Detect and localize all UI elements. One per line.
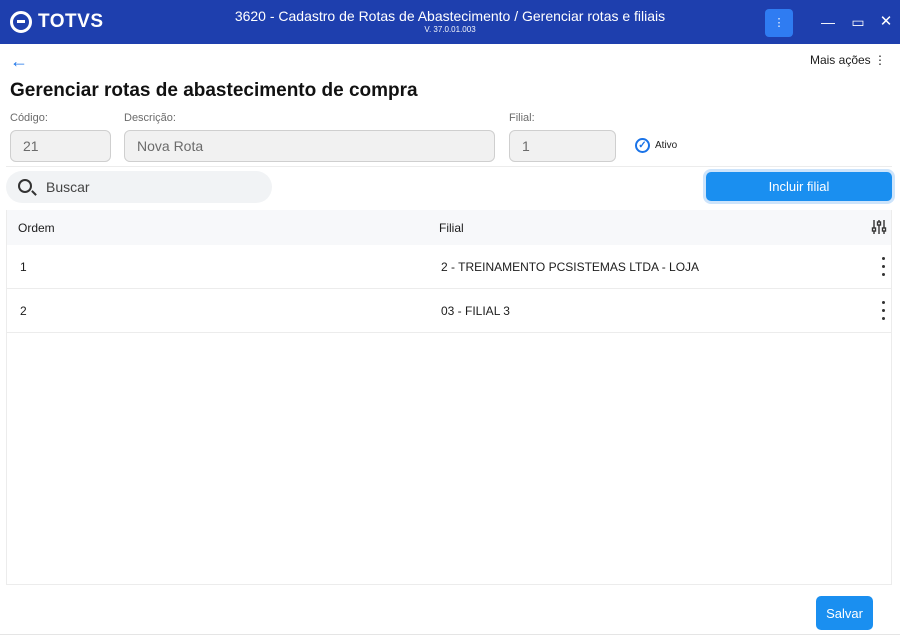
maximize-icon[interactable]: ▭ xyxy=(848,12,868,32)
logo-text: TOTVS xyxy=(38,11,104,32)
totvs-logo: TOTVS xyxy=(10,9,104,35)
table-header: Ordem Filial xyxy=(7,210,891,245)
filial-label: Filial: xyxy=(509,112,535,124)
column-settings-icon[interactable] xyxy=(871,219,887,235)
descricao-field[interactable]: Nova Rota xyxy=(124,130,495,162)
search-input[interactable] xyxy=(46,171,266,203)
row-actions-icon[interactable] xyxy=(881,301,885,321)
title-bar: TOTVS 3620 - Cadastro de Rotas de Abaste… xyxy=(0,0,900,44)
app-version: V. 37.0.01.003 xyxy=(424,25,476,34)
close-icon[interactable]: ✕ xyxy=(876,12,896,32)
window-menu-button[interactable]: ⋮ xyxy=(765,9,793,37)
window-title-text: 3620 - Cadastro de Rotas de Abasteciment… xyxy=(234,8,666,24)
footer-divider xyxy=(0,634,900,635)
more-actions-menu[interactable]: Mais ações ⋮ xyxy=(810,53,886,67)
cell-ordem: 1 xyxy=(20,260,27,274)
save-button[interactable]: Salvar xyxy=(816,596,873,630)
ativo-checkbox[interactable]: ✓ xyxy=(635,138,650,153)
codigo-label: Código: xyxy=(10,112,48,124)
back-arrow-icon[interactable]: ← xyxy=(10,51,28,71)
add-branch-button[interactable]: Incluir filial xyxy=(706,172,892,201)
cell-filial: 03 - FILIAL 3 xyxy=(441,304,510,318)
logo-icon xyxy=(10,11,32,33)
table-row[interactable]: 2 03 - FILIAL 3 xyxy=(7,289,891,333)
cell-filial: 2 - TREINAMENTO PCSISTEMAS LTDA - LOJA xyxy=(441,260,700,274)
search-box[interactable] xyxy=(6,171,272,203)
filial-field[interactable]: 1 xyxy=(509,130,616,162)
descricao-label: Descrição: xyxy=(124,112,176,124)
cell-ordem: 2 xyxy=(20,304,27,318)
row-actions-icon[interactable] xyxy=(881,257,885,277)
ativo-label: Ativo xyxy=(655,140,678,151)
search-icon xyxy=(18,179,32,193)
window-title: 3620 - Cadastro de Rotas de Abasteciment… xyxy=(180,8,720,36)
divider xyxy=(6,166,892,167)
minimize-icon[interactable]: — xyxy=(818,12,838,32)
column-header-filial[interactable]: Filial xyxy=(439,221,464,235)
table-row[interactable]: 1 2 - TREINAMENTO PCSISTEMAS LTDA - LOJA xyxy=(7,245,891,289)
branches-table: Ordem Filial 1 2 - TREINAMENTO PCSISTEMA… xyxy=(6,210,892,585)
page-title: Gerenciar rotas de abastecimento de comp… xyxy=(10,80,418,101)
codigo-field[interactable]: 21 xyxy=(10,130,111,162)
column-header-ordem[interactable]: Ordem xyxy=(18,221,55,235)
